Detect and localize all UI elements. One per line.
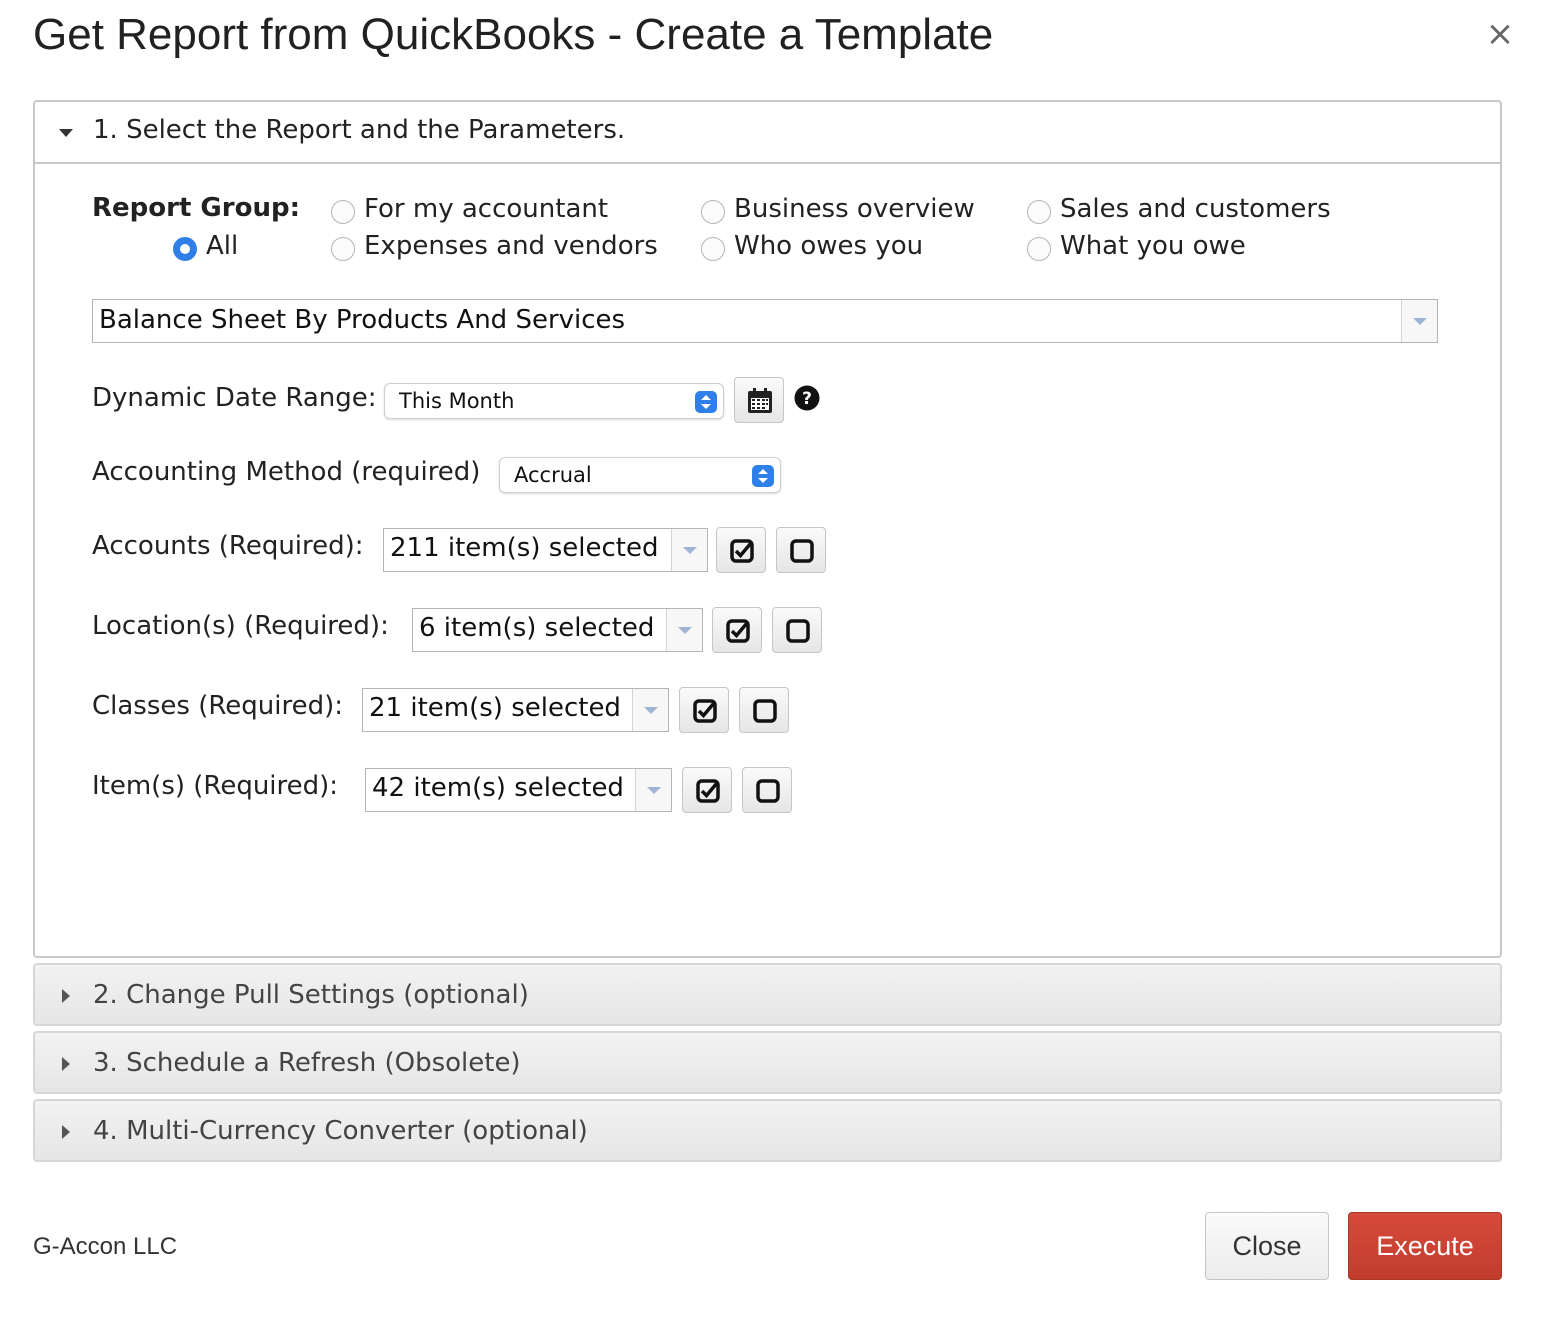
radio-all[interactable] (173, 237, 197, 261)
section-4-header[interactable]: 4. Multi-Currency Converter (optional) (33, 1099, 1502, 1162)
classes-label: Classes (Required): (92, 691, 343, 721)
empty-square-icon (786, 619, 810, 643)
section-2-title: 2. Change Pull Settings (optional) (93, 980, 529, 1010)
radio-expenses-and-vendors[interactable] (331, 237, 355, 261)
radio-sales-and-customers-label: Sales and customers (1060, 194, 1331, 224)
accounts-multiselect[interactable]: 211 item(s) selected (383, 528, 708, 572)
check-square-icon (696, 779, 720, 803)
chevron-down-icon[interactable] (632, 689, 668, 731)
section-1-panel: 1. Select the Report and the Parameters. (33, 100, 1502, 958)
chevron-down-icon[interactable] (1401, 300, 1437, 342)
chevron-down-icon[interactable] (666, 609, 702, 651)
select-stepper-icon (752, 465, 774, 487)
report-group-label: Report Group: (92, 193, 300, 223)
items-label: Item(s) (Required): (92, 771, 339, 801)
items-multiselect[interactable]: 42 item(s) selected (365, 768, 672, 812)
select-stepper-icon (695, 391, 717, 413)
accounts-label: Accounts (Required): (92, 531, 364, 561)
section-3-header[interactable]: 3. Schedule a Refresh (Obsolete) (33, 1031, 1502, 1094)
accounting-method-label: Accounting Method (required) (92, 457, 481, 487)
locations-label: Location(s) (Required): (92, 611, 389, 641)
items-value: 42 item(s) selected (372, 773, 624, 803)
empty-square-icon (756, 779, 780, 803)
radio-for-my-accountant[interactable] (331, 200, 355, 224)
radio-who-owes-you-label: Who owes you (734, 231, 924, 261)
expand-triangle-icon (62, 989, 70, 1003)
calendar-icon (748, 388, 772, 413)
classes-value: 21 item(s) selected (369, 693, 621, 723)
accounting-method-select[interactable]: Accrual (499, 457, 781, 493)
radio-who-owes-you[interactable] (701, 237, 725, 261)
accounting-method-value: Accrual (514, 463, 592, 487)
report-select[interactable]: Balance Sheet By Products And Services (92, 299, 1438, 343)
accounts-value: 211 item(s) selected (390, 533, 659, 563)
chevron-down-icon[interactable] (671, 529, 707, 571)
section-1-title: 1. Select the Report and the Parameters. (93, 115, 626, 145)
svg-text:?: ? (802, 389, 812, 409)
close-icon[interactable]: × (1484, 17, 1516, 51)
section-1-header[interactable]: 1. Select the Report and the Parameters. (35, 102, 1500, 164)
date-range-select[interactable]: This Month (384, 383, 724, 419)
radio-what-you-owe[interactable] (1027, 237, 1051, 261)
locations-select-all-button[interactable] (712, 607, 762, 653)
locations-multiselect[interactable]: 6 item(s) selected (412, 608, 703, 652)
collapse-triangle-icon (59, 129, 73, 137)
expand-triangle-icon (62, 1057, 70, 1071)
calendar-button[interactable] (734, 377, 784, 423)
section-2-header[interactable]: 2. Change Pull Settings (optional) (33, 963, 1502, 1026)
radio-all-label: All (206, 231, 239, 261)
chevron-down-icon[interactable] (635, 769, 671, 811)
accounts-select-all-button[interactable] (716, 527, 766, 573)
locations-clear-all-button[interactable] (772, 607, 822, 653)
section-4-title: 4. Multi-Currency Converter (optional) (93, 1116, 588, 1146)
help-icon[interactable]: ? (794, 385, 820, 411)
radio-what-you-owe-label: What you owe (1060, 231, 1246, 261)
items-select-all-button[interactable] (682, 767, 732, 813)
date-range-label: Dynamic Date Range: (92, 383, 377, 413)
radio-business-overview-label: Business overview (734, 194, 975, 224)
check-square-icon (730, 539, 754, 563)
check-square-icon (693, 699, 717, 723)
date-range-value: This Month (399, 389, 515, 413)
execute-button[interactable]: Execute (1348, 1212, 1502, 1280)
section-3-title: 3. Schedule a Refresh (Obsolete) (93, 1048, 521, 1078)
classes-select-all-button[interactable] (679, 687, 729, 733)
locations-value: 6 item(s) selected (419, 613, 655, 643)
check-square-icon (726, 619, 750, 643)
empty-square-icon (753, 699, 777, 723)
radio-business-overview[interactable] (701, 200, 725, 224)
company-name: G-Accon LLC (33, 1233, 178, 1260)
report-select-value: Balance Sheet By Products And Services (99, 305, 626, 335)
close-button[interactable]: Close (1205, 1212, 1329, 1280)
items-clear-all-button[interactable] (742, 767, 792, 813)
radio-for-my-accountant-label: For my accountant (364, 194, 609, 224)
accounts-clear-all-button[interactable] (776, 527, 826, 573)
dialog-title: Get Report from QuickBooks - Create a Te… (33, 10, 994, 59)
radio-expenses-and-vendors-label: Expenses and vendors (364, 231, 658, 261)
empty-square-icon (790, 539, 814, 563)
expand-triangle-icon (62, 1125, 70, 1139)
classes-multiselect[interactable]: 21 item(s) selected (362, 688, 669, 732)
classes-clear-all-button[interactable] (739, 687, 789, 733)
radio-sales-and-customers[interactable] (1027, 200, 1051, 224)
